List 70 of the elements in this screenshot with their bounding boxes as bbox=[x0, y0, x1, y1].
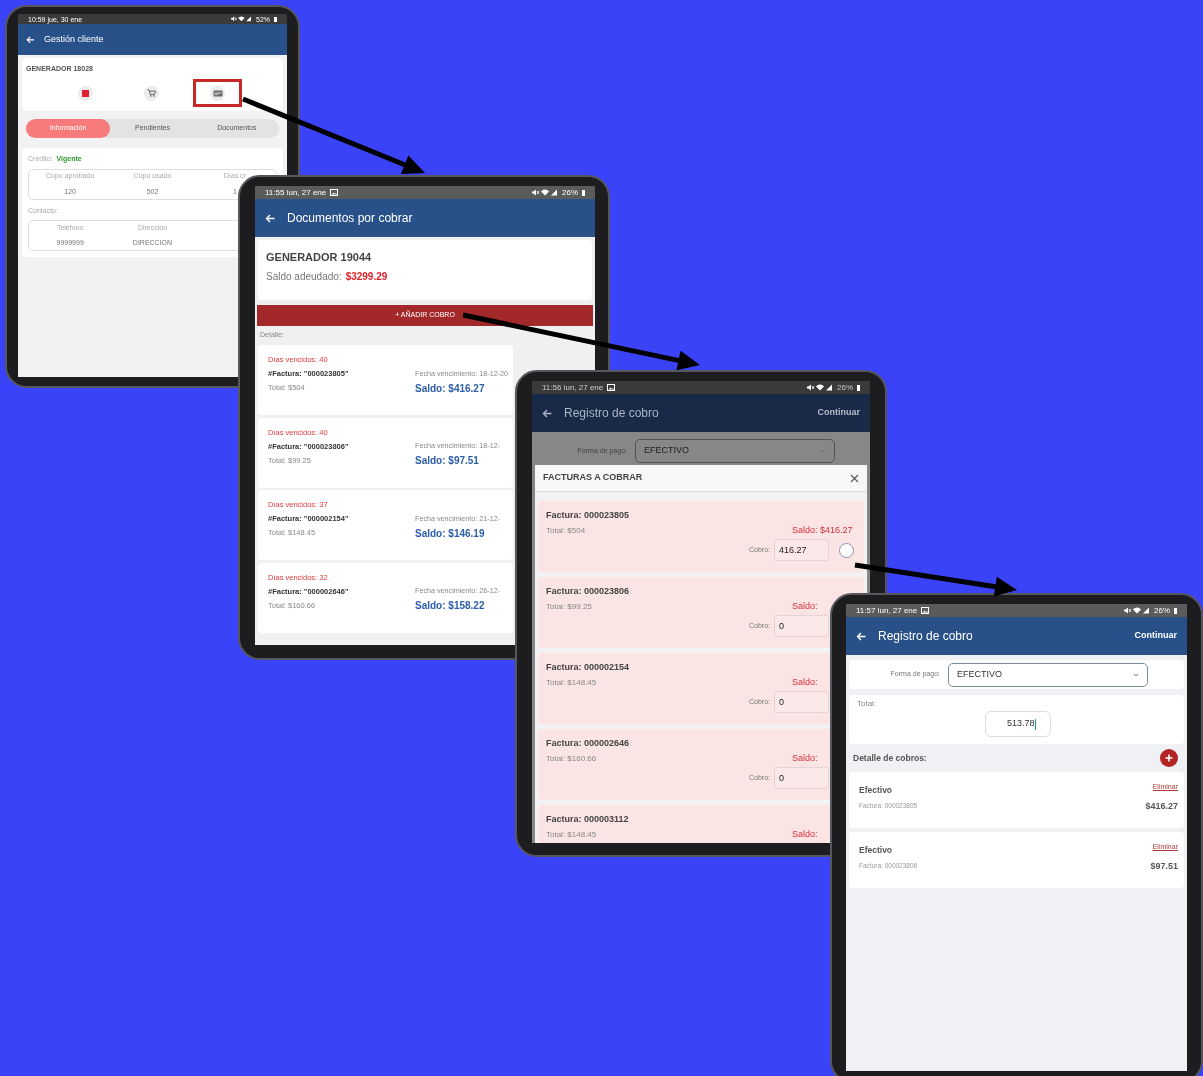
detail-label: Detalle de cobros: bbox=[853, 751, 927, 765]
status-icons-drawing bbox=[807, 384, 833, 391]
payment-amount: $416.27 bbox=[1145, 800, 1178, 812]
document-balance: Saldo: $97.51 bbox=[415, 454, 479, 468]
balance-amount: $3299.29 bbox=[345, 271, 388, 282]
total-label: Total: bbox=[857, 699, 878, 709]
image-icon bbox=[921, 607, 930, 614]
payment-amount: $97.51 bbox=[1150, 860, 1178, 872]
balance-label: Saldo adeudado: bbox=[266, 271, 342, 282]
screen-title: Gestión cliente bbox=[44, 32, 104, 46]
back-arrow-icon[interactable] bbox=[542, 408, 552, 418]
continue-button[interactable]: Continuar bbox=[1134, 629, 1177, 643]
payment-input[interactable]: 0 bbox=[774, 691, 829, 713]
invoice-number: Factura: 000002646 bbox=[546, 737, 631, 749]
payment-input[interactable]: 0 bbox=[774, 767, 829, 789]
text-cursor bbox=[1034, 718, 1036, 730]
payment-method-select[interactable]: EFECTIVO bbox=[948, 662, 1148, 687]
invoice-balance: Saldo: bbox=[792, 829, 819, 840]
radio-button[interactable] bbox=[839, 542, 854, 558]
document-balance: Saldo: $416.27 bbox=[415, 381, 485, 396]
invoice-balance: Saldo: $416.27 bbox=[792, 525, 854, 536]
payment-input[interactable]: 416.27 bbox=[774, 539, 829, 561]
invoice-balance: Saldo: bbox=[792, 601, 819, 612]
invoice-total: Total: $148.45 bbox=[546, 829, 597, 840]
continue-button[interactable]: Continuar bbox=[817, 406, 860, 420]
close-button[interactable] bbox=[850, 473, 859, 483]
status-icons-drawing bbox=[1124, 607, 1150, 614]
modal-title: FACTURAS A COBRAR bbox=[543, 471, 643, 485]
battery-level: 26% bbox=[1154, 606, 1170, 615]
card-icon bbox=[212, 89, 223, 97]
payment-input[interactable]: 0 bbox=[774, 615, 829, 637]
battery-level: 26% bbox=[837, 383, 853, 392]
invoice-total: Total: $148.45 bbox=[546, 677, 597, 688]
add-button[interactable] bbox=[1160, 749, 1178, 767]
invoice-number: Factura: 000002154 bbox=[546, 661, 631, 673]
status-time: 11:56 lun, 27 ene bbox=[542, 383, 604, 392]
invoice-number: Factura: 000023806 bbox=[546, 585, 631, 597]
battery-icon bbox=[582, 189, 585, 196]
status-time: 11:57 lun, 27 ene bbox=[856, 606, 918, 615]
invoice-total: Total: $504 bbox=[546, 525, 586, 536]
image-icon bbox=[607, 384, 616, 391]
payment-method: Efectivo bbox=[859, 784, 893, 796]
status-icons-drawing bbox=[532, 189, 558, 196]
screen-title: Documentos por cobrar bbox=[287, 210, 413, 227]
invoice-balance: Saldo: bbox=[792, 677, 819, 688]
image-icon bbox=[330, 189, 339, 196]
plus-icon bbox=[1165, 754, 1173, 762]
square-icon bbox=[82, 89, 89, 97]
battery-level: 26% bbox=[562, 188, 578, 197]
payment-method: Efectivo bbox=[859, 844, 893, 856]
total-field[interactable]: 513.78 bbox=[985, 711, 1051, 737]
battery-icon bbox=[1174, 607, 1177, 614]
document-balance: Saldo: $158.22 bbox=[415, 599, 485, 613]
invoice-total: Total: $99.25 bbox=[546, 601, 592, 612]
close-icon bbox=[850, 473, 859, 483]
payment-method-select[interactable]: EFECTIVO bbox=[635, 439, 835, 463]
battery-icon bbox=[857, 384, 860, 391]
document-balance: Saldo: $146.19 bbox=[415, 526, 485, 541]
status-time: 11:55 lun, 27 ene bbox=[265, 188, 327, 197]
screen-title: Registro de cobro bbox=[564, 405, 659, 422]
client-name: GENERADOR 19044 bbox=[266, 250, 373, 264]
invoice-total: Total: $160.66 bbox=[546, 753, 597, 764]
battery-icon bbox=[274, 16, 277, 22]
invoice-number: Factura: 000023805 bbox=[546, 509, 631, 521]
action-button[interactable] bbox=[193, 79, 242, 107]
invoice-number: Factura: 000003112 bbox=[546, 813, 630, 825]
cart-icon bbox=[147, 89, 156, 97]
chevron-down-icon bbox=[1133, 672, 1139, 677]
screen-title: Registro de cobro bbox=[878, 628, 973, 645]
status-icons-drawing bbox=[231, 16, 252, 22]
